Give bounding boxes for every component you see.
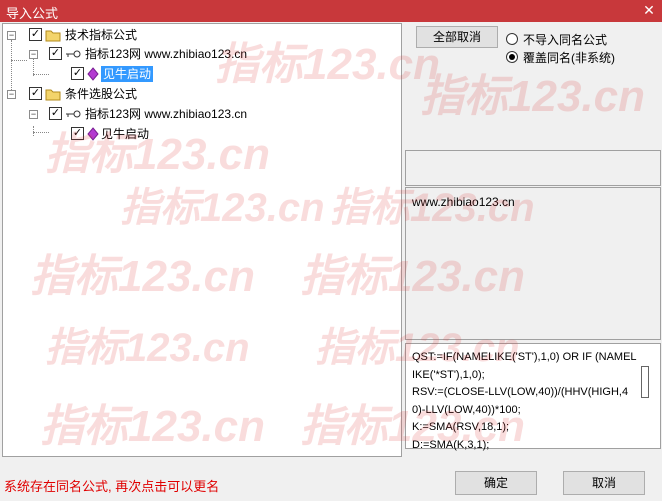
tree-node-label: 见牛启动 [101,66,154,82]
radio-overwrite[interactable] [506,51,518,63]
tree-node-zhibiao123[interactable]: − ✓ 指标123网 www.zhibiao123.cn [29,46,309,62]
checkbox[interactable]: ✓ [71,127,84,140]
import-formula-dialog: 导入公式 ✕ − ✓ 技术指标公式 − ✓ 指标123网 www.zhibiao… [0,0,662,501]
radio-overwrite-label: 覆盖同名(非系统) [523,51,615,65]
collapse-toggle[interactable]: − [29,110,38,119]
scrollbar-thumb[interactable] [641,366,649,398]
close-icon[interactable]: ✕ [640,1,658,19]
tree-node-jianniu-qidong[interactable]: ✓ 见牛启动 [71,66,191,82]
description-url: www.zhibiao123.cn [412,195,515,209]
folder-icon [45,89,61,101]
ok-button[interactable]: 确定 [455,471,537,495]
tree-node-jianniu-qidong-2[interactable]: ✓ 见牛启动 [71,126,191,142]
checkbox[interactable]: ✓ [29,28,42,41]
formula-icon [87,67,99,81]
info-panel-top [405,150,661,186]
formula-tree[interactable]: − ✓ 技术指标公式 − ✓ 指标123网 www.zhibiao123.cn … [2,23,402,457]
tree-node-label: 见牛启动 [101,127,150,141]
tree-node-label: 技术指标公式 [65,28,138,42]
title-bar[interactable]: 导入公式 ✕ [0,0,662,22]
radio-no-import-label: 不导入同名公式 [523,33,608,47]
checkbox[interactable]: ✓ [29,87,42,100]
window-title: 导入公式 [6,6,59,21]
cancel-button[interactable]: 取消 [563,471,645,495]
collapse-toggle[interactable]: − [29,50,38,59]
formula-icon [87,127,99,141]
description-panel: www.zhibiao123.cn [405,187,661,340]
collapse-toggle[interactable]: − [7,90,16,99]
key-icon [66,110,81,118]
key-icon [66,50,81,58]
collapse-toggle[interactable]: − [7,31,16,40]
tree-node-technical-formulas[interactable]: − ✓ 技术指标公式 [7,27,207,43]
status-message: 系统存在同名公式, 再次点击可以更名 [4,479,220,494]
tree-node-zhibiao123-2[interactable]: − ✓ 指标123网 www.zhibiao123.cn [29,106,309,122]
cancel-all-button[interactable]: 全部取消 [416,26,498,48]
checkbox[interactable]: ✓ [49,107,62,120]
watermark: 指标123.cn [420,72,645,121]
tree-node-label: 条件选股公式 [65,87,138,101]
tree-node-label: 指标123网 www.zhibiao123.cn [85,107,248,121]
code-scrollbar[interactable] [640,348,655,444]
radio-no-import[interactable] [506,33,518,45]
checkbox[interactable]: ✓ [71,67,84,80]
folder-icon [45,30,61,42]
tree-node-stock-selection-formulas[interactable]: − ✓ 条件选股公式 [7,86,207,102]
tree-node-label: 指标123网 www.zhibiao123.cn [85,47,248,61]
checkbox[interactable]: ✓ [49,47,62,60]
formula-code-text: QST:=IF(NAMELIKE('ST'),1,0) OR IF (NAMEL… [412,351,637,451]
